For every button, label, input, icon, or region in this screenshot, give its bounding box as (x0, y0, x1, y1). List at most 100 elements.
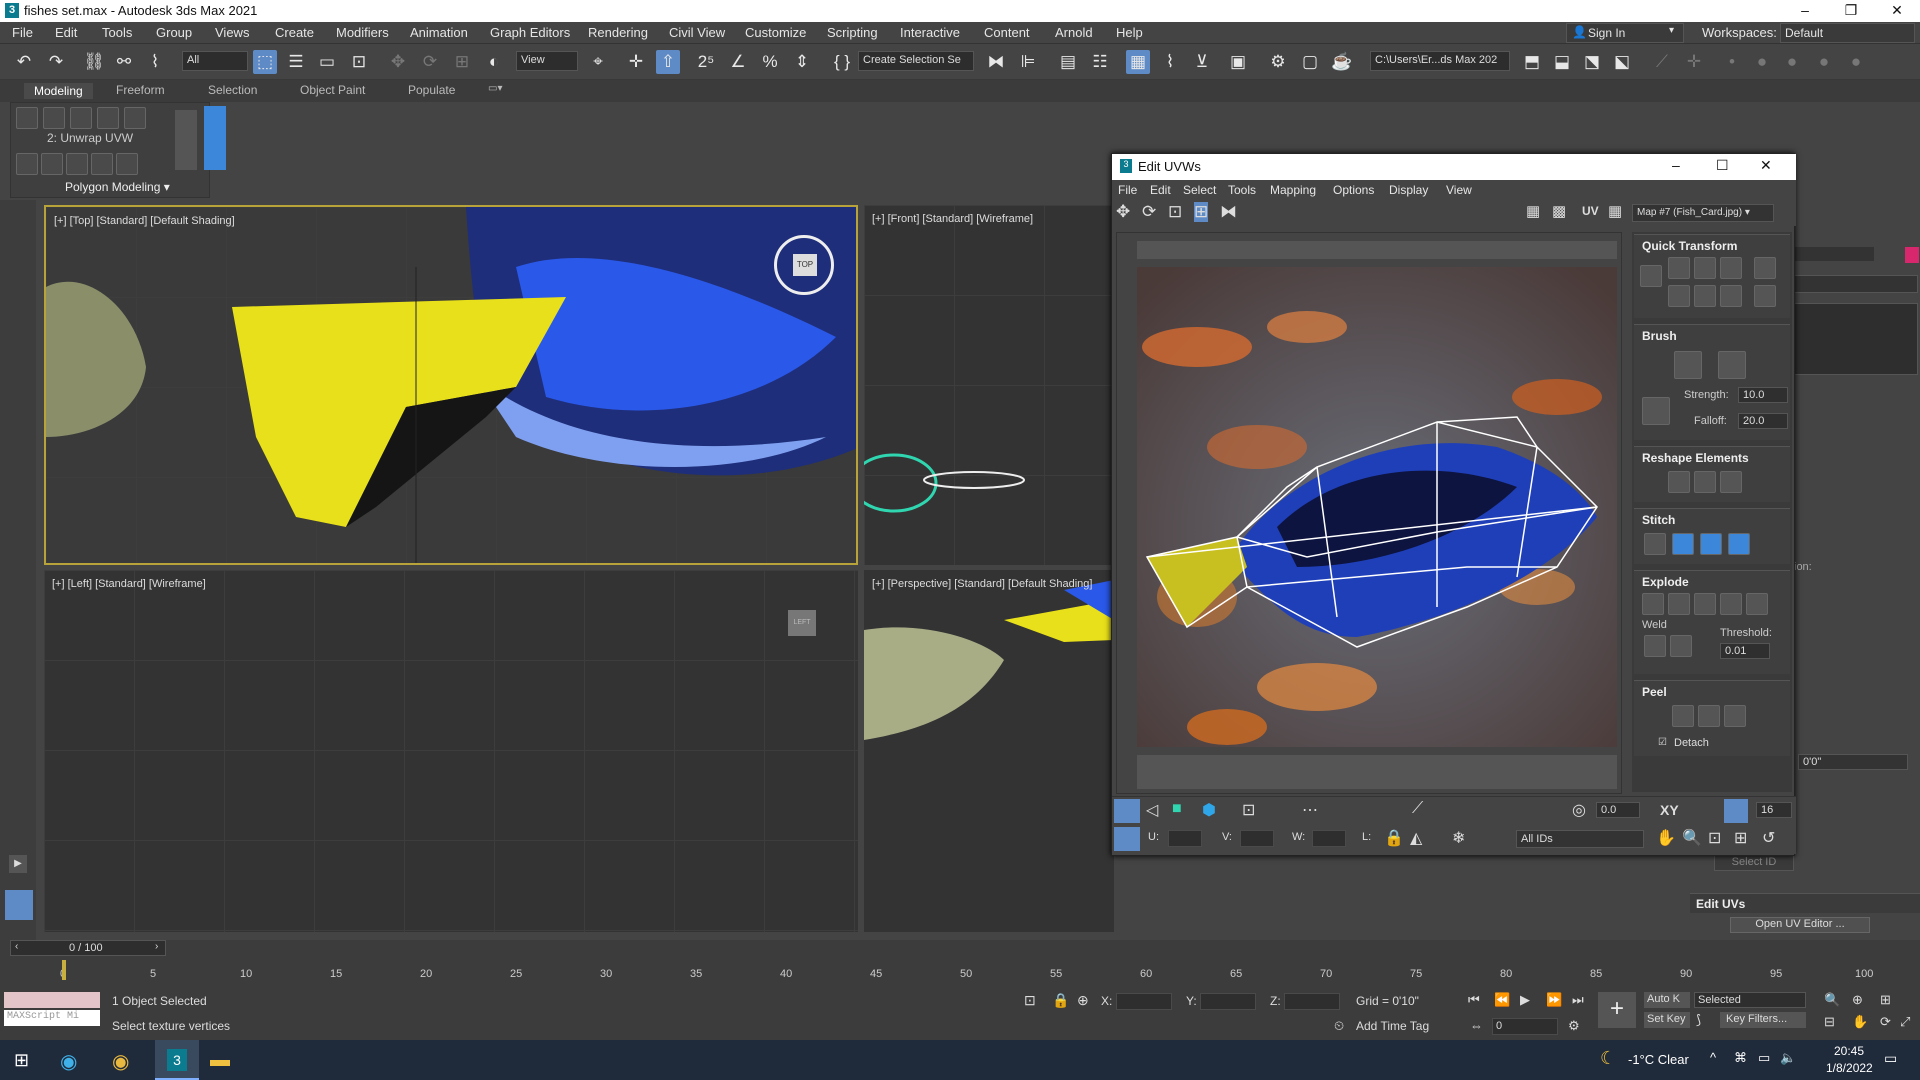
element-mode-icon[interactable] (124, 107, 146, 129)
play-viewport-icon[interactable]: ▶ (9, 855, 27, 873)
set-key-big-icon[interactable]: + (1598, 992, 1636, 1028)
weld-selected-icon[interactable] (1644, 635, 1666, 657)
uv-menu-select[interactable]: Select (1183, 183, 1216, 197)
quick-transform-title[interactable]: Quick Transform (1642, 239, 1737, 253)
weather-status[interactable]: -1°C Clear (1628, 1052, 1689, 1067)
element-select-icon[interactable]: ⬢ (1202, 800, 1216, 820)
u-field[interactable] (1168, 830, 1202, 847)
time-tag-icon[interactable]: ⏲ (1334, 1018, 1344, 1034)
menu-views[interactable]: Views (215, 25, 249, 40)
ignore-backfacing-icon[interactable] (41, 153, 63, 175)
snap-icon[interactable]: ↺ (1762, 828, 1775, 848)
rotate-cw-icon[interactable] (1720, 257, 1742, 279)
slider-prev-icon[interactable]: ‹ (15, 941, 18, 952)
3dsmax-taskbar-icon[interactable]: 3 (155, 1040, 199, 1080)
add-time-tag[interactable]: Add Time Tag (1356, 1019, 1429, 1033)
quick-peel-icon[interactable] (1672, 705, 1694, 727)
menu-content[interactable]: Content (984, 25, 1030, 40)
brush-stroke-icon[interactable] (1642, 397, 1670, 425)
menu-arnold[interactable]: Arnold (1055, 25, 1093, 40)
layer-explorer-icon[interactable]: ☷ (1088, 50, 1112, 74)
menu-edit[interactable]: Edit (55, 25, 77, 40)
grid-reshape-icon[interactable] (1668, 471, 1690, 493)
menu-customize[interactable]: Customize (745, 25, 806, 40)
menu-file[interactable]: File (12, 25, 33, 40)
select-move-icon[interactable]: ✥ (386, 50, 410, 74)
stitch-custom-icon[interactable] (1644, 533, 1666, 555)
cube-reshape-icon[interactable] (1694, 471, 1716, 493)
ribbon-options-icon[interactable]: ▭▾ (488, 83, 502, 94)
file-explorer-icon[interactable]: ▬ (210, 1049, 230, 1072)
color-swatch[interactable] (1905, 247, 1919, 263)
shrink-selection-icon[interactable] (91, 153, 113, 175)
uv-canvas[interactable] (1116, 232, 1622, 794)
time-cursor[interactable] (62, 960, 66, 980)
named-selection-dropdown[interactable]: Create Selection Se (858, 51, 974, 71)
soft-selection-icon[interactable] (116, 153, 138, 175)
maxscript-input[interactable]: MAXScript Mi (4, 1010, 100, 1026)
rotate-ccw-icon[interactable] (1720, 285, 1742, 307)
maxscript-listener[interactable] (4, 992, 100, 1008)
snaps-toggle-icon[interactable]: 2⁵ (694, 50, 718, 74)
reference-coordinate-dropdown[interactable]: View (516, 51, 578, 71)
grid-toggle-icon[interactable] (1724, 799, 1748, 823)
detach-checkbox[interactable]: ☑ (1658, 737, 1667, 748)
freeze-icon[interactable]: ❄ (1452, 828, 1465, 848)
menu-create[interactable]: Create (275, 25, 314, 40)
time-config-icon[interactable]: ⚙ (1568, 1018, 1580, 1034)
sphere-medium-icon[interactable]: ● (1780, 50, 1804, 74)
current-frame-field[interactable]: 0 (1492, 1018, 1558, 1035)
align-horizontal-icon[interactable] (1668, 257, 1690, 279)
viewport-layout-icon[interactable] (5, 890, 33, 920)
brush-icon[interactable]: ⟋ (1650, 50, 1674, 74)
tab-modeling[interactable]: Modeling (24, 83, 93, 99)
material-editor-icon[interactable]: ▣ (1226, 50, 1250, 74)
zoom-all-icon[interactable]: ⊕ (1852, 992, 1863, 1008)
reshape-elements-title[interactable]: Reshape Elements (1642, 451, 1749, 465)
paint-select-icon[interactable]: ⟋ (1412, 800, 1423, 818)
render-setup-icon[interactable]: ⚙ (1266, 50, 1290, 74)
project-create-icon[interactable]: ⬓ (1550, 50, 1574, 74)
percent-snap-icon[interactable]: % (758, 50, 782, 74)
zoom-extents-all-icon[interactable]: ⊞ (1880, 992, 1891, 1008)
y-field[interactable] (1200, 993, 1256, 1010)
select-id-button[interactable]: Select ID (1714, 855, 1794, 871)
flatten-by-smoothing-icon[interactable] (1720, 593, 1742, 615)
viewport-top-label[interactable]: [+] [Top] [Standard] [Default Shading] (54, 215, 235, 227)
edge-select-icon[interactable]: ◁ (1146, 800, 1158, 820)
isolate-icon[interactable]: ⊡ (1024, 992, 1036, 1009)
speaker-icon[interactable]: 🔈 (1780, 1050, 1796, 1066)
texture-toggle-icon[interactable]: ▩ (1552, 202, 1566, 220)
x-field[interactable] (1116, 993, 1172, 1010)
menu-group[interactable]: Group (156, 25, 192, 40)
viewcube-left[interactable]: LEFT (788, 610, 816, 636)
dot-icon[interactable]: • (1720, 50, 1744, 74)
scene-explorer-icon[interactable]: ▤ (1056, 50, 1080, 74)
edit-named-selection-icon[interactable]: { } (830, 50, 854, 74)
play-icon[interactable]: ▶ (1520, 992, 1530, 1008)
zoom-region-icon[interactable]: ⊡ (1708, 828, 1721, 848)
keyboard-shortcut-override-icon[interactable]: ⇧ (656, 50, 680, 74)
border-mode-icon[interactable] (70, 107, 92, 129)
uv-menu-view[interactable]: View (1446, 183, 1472, 197)
sphere-xl-icon[interactable]: ● (1844, 50, 1868, 74)
vertex-mode-icon[interactable] (16, 107, 38, 129)
mirror-icon[interactable]: ⧓ (984, 50, 1008, 74)
render-production-icon[interactable]: ☕ (1330, 50, 1354, 74)
rectangular-selection-icon[interactable]: ▭ (315, 50, 339, 74)
ribbon-side-active[interactable] (204, 106, 226, 170)
viewport-front-label[interactable]: [+] [Front] [Standard] [Wireframe] (872, 213, 1033, 225)
stitch-to-target-icon[interactable] (1728, 533, 1750, 555)
angle-snap-icon[interactable]: ∠ (726, 50, 750, 74)
modifier-stack[interactable] (1790, 303, 1918, 375)
xy-toggle[interactable]: XY (1660, 802, 1679, 818)
uv-menu-options[interactable]: Options (1333, 183, 1374, 197)
viewcube[interactable]: TOP (774, 235, 834, 295)
select-rotate-icon[interactable]: ⟳ (418, 50, 442, 74)
viewcube-face[interactable]: TOP (793, 254, 817, 276)
mirror-icon[interactable]: ⧓ (1220, 202, 1237, 222)
viewport-left-label[interactable]: [+] [Left] [Standard] [Wireframe] (52, 578, 206, 590)
ring-icon[interactable]: ⋯ (1302, 800, 1318, 820)
key-tangent-icon[interactable]: ⟆ (1696, 1012, 1701, 1028)
pan-view-icon[interactable]: ✋ (1852, 1014, 1868, 1030)
